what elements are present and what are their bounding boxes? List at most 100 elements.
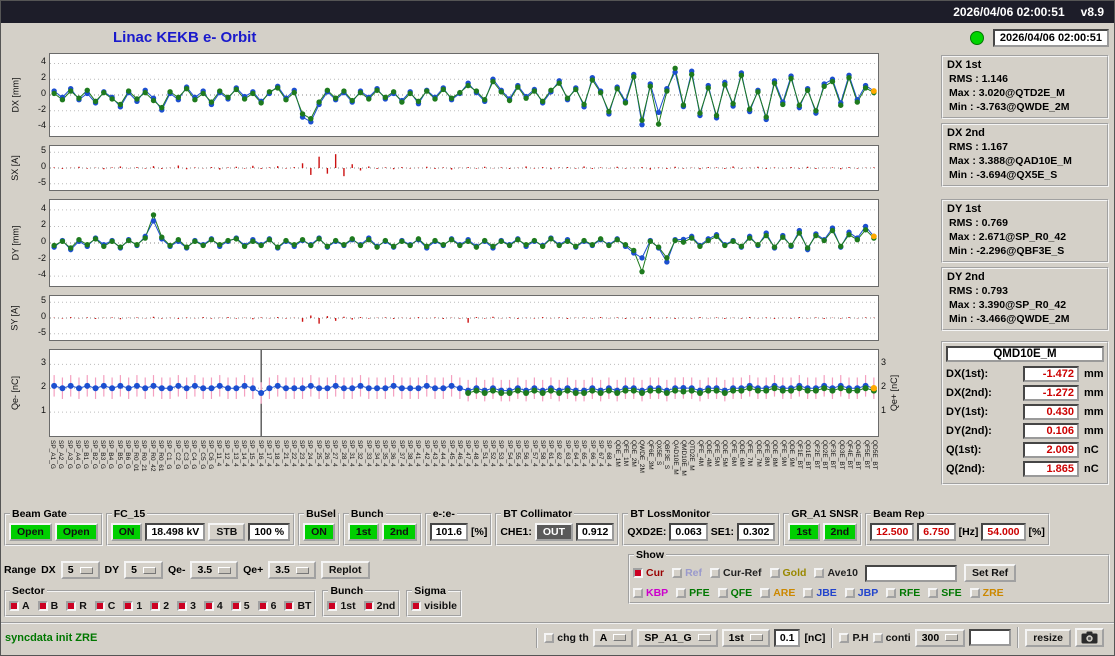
range-dx-select[interactable]: 5 — [61, 561, 100, 579]
set-ref-button[interactable]: Set Ref — [964, 564, 1016, 582]
bpm-label: SP_47_4 — [464, 440, 471, 467]
sigma-group: Sigma visible — [406, 590, 462, 617]
checkbox-jbp[interactable]: JBP — [845, 587, 878, 599]
camera-icon — [1081, 631, 1098, 644]
bpm-label: SP_35_4 — [381, 440, 388, 467]
camera-button[interactable] — [1075, 628, 1104, 647]
bunch-order-select[interactable]: 1st — [722, 629, 770, 647]
checkbox-ave10[interactable]: Ave10 — [814, 567, 858, 579]
bpm-label: SP_B5_G — [116, 440, 123, 469]
readout-row: DY(2nd): 0.106 mm — [946, 423, 1104, 439]
checkbox-cur-ref[interactable]: Cur-Ref — [710, 567, 762, 579]
gr-a1-2nd-button[interactable]: 2nd — [823, 523, 858, 541]
interval-select[interactable]: 300 — [915, 629, 966, 647]
range-qep-label: Qe+ — [243, 564, 263, 576]
resize-button[interactable]: resize — [1025, 629, 1071, 647]
bpm-label: SP_61_4 — [547, 440, 554, 467]
ref-name-input[interactable] — [865, 565, 957, 582]
che1-out-button[interactable]: OUT — [535, 523, 573, 541]
checkbox-visible[interactable]: visible — [411, 600, 457, 612]
fc15-stb-button[interactable]: STB — [208, 523, 245, 541]
readout-row: Q(1st): 2.009 nC — [946, 442, 1104, 458]
fc15-on-button[interactable]: ON — [111, 523, 143, 541]
checkbox-sfe[interactable]: SFE — [928, 587, 961, 599]
ph-checkbox[interactable]: P.H — [839, 632, 868, 644]
checkbox-a[interactable]: A — [9, 600, 30, 612]
readout-row: DX(2nd): -1.272 mm — [946, 385, 1104, 401]
bpm-label: SP_58_4 — [539, 440, 546, 467]
checkbox-3[interactable]: 3 — [177, 600, 196, 612]
bpm-label: SP_55_4 — [514, 440, 521, 467]
checkbox-are[interactable]: ARE — [760, 587, 795, 599]
bpm-label: SP_C3_G — [182, 440, 189, 469]
replot-button[interactable]: Replot — [321, 561, 370, 579]
stat-dy-2nd: DY 2nd RMS : 0.793 Max : 3.390@SP_R0_42 … — [941, 267, 1109, 331]
sy-chart-svg — [50, 296, 878, 340]
bpm-label: SP_R0_61 — [157, 440, 164, 471]
checkbox-2[interactable]: 2 — [150, 600, 169, 612]
checkbox-bt[interactable]: BT — [284, 600, 311, 612]
conti-checkbox[interactable]: conti — [873, 632, 911, 644]
beam-gate-open-1-button[interactable]: Open — [9, 523, 52, 541]
checkbox-gold[interactable]: Gold — [770, 567, 807, 579]
range-qem-select[interactable]: 3.5 — [190, 561, 238, 579]
gr-a1-1st-button[interactable]: 1st — [788, 523, 819, 541]
bpm-label: SP_41_4 — [414, 440, 421, 467]
checkbox-jbe[interactable]: JBE — [803, 587, 836, 599]
checkbox-indicator — [123, 601, 133, 611]
checkbox-kbp[interactable]: KBP — [633, 587, 668, 599]
checkbox-qfe[interactable]: QFE — [718, 587, 753, 599]
bpm-label: SP_31_4 — [348, 440, 355, 467]
range-qep-select[interactable]: 3.5 — [268, 561, 316, 579]
bpm-label: SP_B4_G — [107, 440, 114, 469]
checkbox-b[interactable]: B — [38, 600, 59, 612]
bpm-label: SP_25_4 — [315, 440, 322, 467]
dx-points-2nd — [51, 66, 876, 127]
checkbox-cur[interactable]: Cur — [633, 567, 664, 579]
checkbox-indicator — [928, 588, 938, 598]
checkbox-rfe[interactable]: RFE — [886, 587, 920, 599]
stat-dy-1st: DY 1st RMS : 0.769 Max : 2.671@SP_R0_42 … — [941, 199, 1109, 263]
checkbox-indicator — [231, 601, 241, 611]
range-dy-select[interactable]: 5 — [124, 561, 163, 579]
checkbox-1[interactable]: 1 — [123, 600, 142, 612]
beam-rep-group: Beam Rep 12.500 6.750 [Hz] 54.000 [%] — [865, 513, 1050, 546]
stat-rms: RMS : 0.769 — [947, 216, 1103, 230]
busel-on-button[interactable]: ON — [303, 523, 335, 541]
checkbox-zre[interactable]: ZRE — [970, 587, 1004, 599]
bpm-label: SP_R0_01 — [132, 440, 139, 471]
sy-plot-row: SY [A] 50-5 — [7, 295, 909, 341]
bunch-1st-button[interactable]: 1st — [348, 523, 379, 541]
che1-value-field: 0.912 — [576, 523, 614, 541]
checkbox-indicator — [204, 601, 214, 611]
bpm-label: SP_63_4 — [564, 440, 571, 467]
checkbox-indicator — [970, 588, 980, 598]
beam-gate-open-2-button[interactable]: Open — [55, 523, 98, 541]
bpm-select[interactable]: SP_A1_G — [637, 629, 717, 647]
bpm-label: SP_A4_G — [74, 440, 81, 469]
chg-th-checkbox[interactable]: chg th — [544, 632, 589, 644]
checkbox-pfe[interactable]: PFE — [676, 587, 709, 599]
checkbox-2nd[interactable]: 2nd — [364, 600, 396, 612]
checkbox-5[interactable]: 5 — [231, 600, 250, 612]
checkbox-6[interactable]: 6 — [258, 600, 277, 612]
bpm-label: SP_B3_G — [99, 440, 106, 469]
bpm-label: QDE_4M — [705, 440, 712, 467]
stat-min: Min : -3.694@QX5E_S — [947, 168, 1103, 182]
checkbox-4[interactable]: 4 — [204, 600, 223, 612]
checkbox-1st[interactable]: 1st — [327, 600, 355, 612]
bpm-label: QF4E_BT — [846, 440, 853, 469]
checkbox-c[interactable]: C — [95, 600, 116, 612]
checkbox-ref[interactable]: Ref — [672, 567, 702, 579]
bunch-2nd-button[interactable]: 2nd — [382, 523, 417, 541]
dx-plot — [49, 53, 879, 137]
blank-entry[interactable] — [969, 629, 1011, 646]
bpm-label: SP_38_4 — [406, 440, 413, 467]
range-label: Range — [4, 564, 36, 576]
bpm-label: QMD10E_M — [680, 440, 687, 476]
sector-a-select[interactable]: A — [593, 629, 634, 647]
checkbox-r[interactable]: R — [66, 600, 87, 612]
threshold-field[interactable]: 0.1 — [774, 629, 801, 647]
dx-tick-gutter: 420-2-4 — [23, 53, 49, 137]
readout-row: DX(1st): -1.472 mm — [946, 366, 1104, 382]
